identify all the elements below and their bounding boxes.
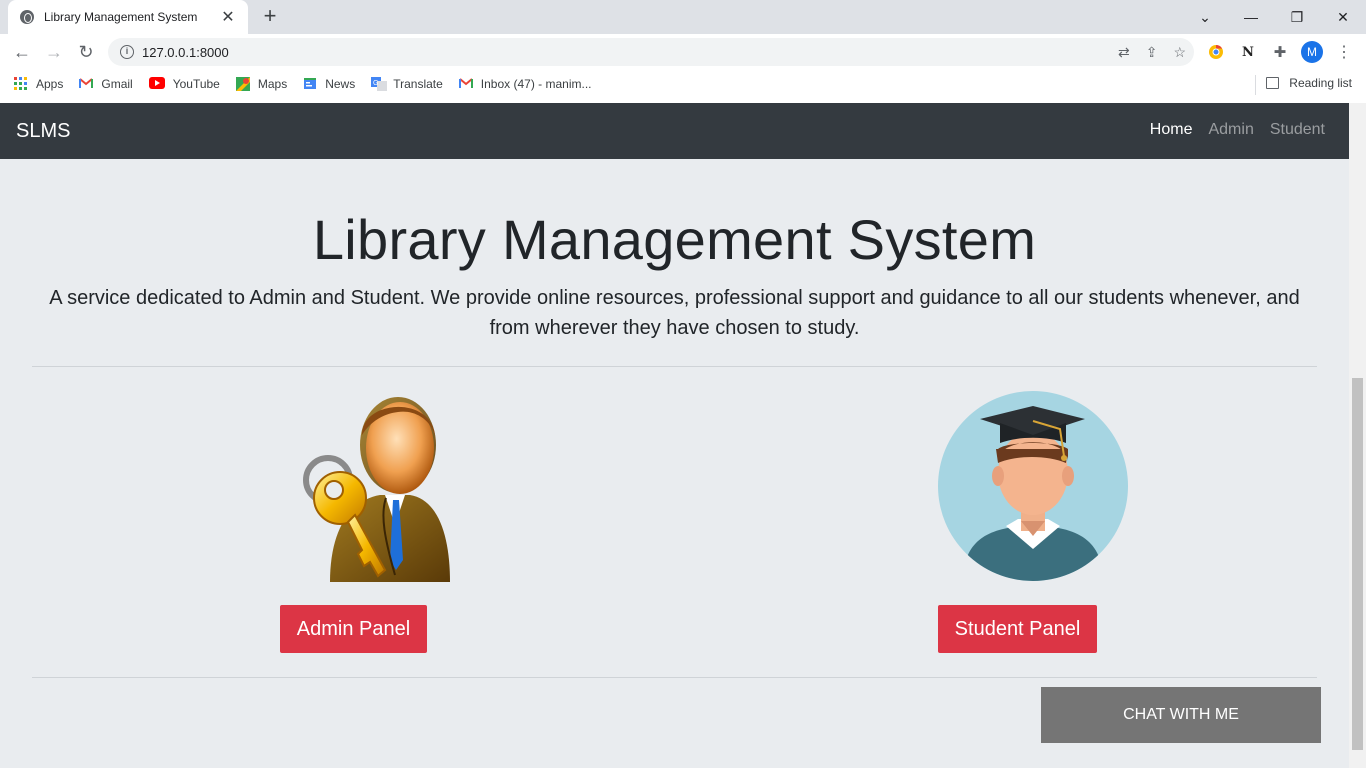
translate-icon: G xyxy=(371,77,388,91)
reload-icon[interactable]: ↻ xyxy=(74,40,98,64)
new-tab-button[interactable]: + xyxy=(258,5,282,29)
tab-search-icon[interactable]: ⌄ xyxy=(1182,0,1228,34)
maps-icon xyxy=(235,77,250,91)
browser-chrome: Library Management System ✕ + ⌄ — ❐ ✕ ← … xyxy=(0,0,1366,103)
close-tab-icon[interactable]: ✕ xyxy=(220,7,236,27)
page-scrollbar[interactable] xyxy=(1349,103,1366,768)
lead-line: from wherever they have chosen to study. xyxy=(489,317,860,339)
bookmark-label: Apps xyxy=(36,77,64,91)
divider xyxy=(32,366,1317,367)
forward-icon[interactable]: → xyxy=(42,40,66,64)
lead-text: A service dedicated to Admin and Student… xyxy=(40,283,1309,343)
puzzle-icon[interactable]: ✚ xyxy=(1270,42,1290,62)
bookmark-label: News xyxy=(325,77,356,91)
back-icon[interactable]: ← xyxy=(10,40,34,64)
bookmark-star-icon[interactable]: ☆ xyxy=(1173,44,1186,61)
restore-button[interactable]: ❐ xyxy=(1274,0,1320,34)
nav-admin-link[interactable]: Admin xyxy=(1208,121,1253,139)
share-icon[interactable]: ⇪ xyxy=(1146,44,1158,61)
bookmark-inbox[interactable]: Inbox (47) - manim... xyxy=(458,77,592,91)
bookmark-youtube[interactable]: YouTube xyxy=(148,77,220,91)
svg-text:G: G xyxy=(373,80,378,87)
divider xyxy=(1255,75,1256,95)
gmail-icon xyxy=(458,77,473,91)
reading-list-button[interactable]: Reading list xyxy=(1266,76,1352,90)
brand-link[interactable]: SLMS xyxy=(16,120,70,143)
bookmark-maps[interactable]: Maps xyxy=(235,77,288,91)
site-navbar: SLMS Home Admin Student xyxy=(0,103,1349,159)
bookmark-gmail[interactable]: Gmail xyxy=(79,77,133,91)
scrollbar-thumb[interactable] xyxy=(1352,378,1363,750)
bookmark-label: YouTube xyxy=(172,77,220,91)
lead-line: A service dedicated to Admin and Student… xyxy=(49,287,1300,309)
browser-tab[interactable]: Library Management System ✕ xyxy=(8,0,248,34)
window-controls: ⌄ — ❐ ✕ xyxy=(1182,0,1366,34)
admin-key-icon xyxy=(300,390,450,582)
chrome-extension-icon[interactable] xyxy=(1206,42,1226,62)
apps-grid-icon xyxy=(14,77,28,91)
bookmark-news[interactable]: News xyxy=(303,77,355,91)
gmail-icon xyxy=(79,77,94,91)
youtube-icon xyxy=(148,77,165,91)
bookmark-label: Gmail xyxy=(101,77,133,91)
tab-strip: Library Management System ✕ + ⌄ — ❐ ✕ xyxy=(0,0,1366,34)
omnibox-actions: ⇄ ⇪ ☆ xyxy=(1118,44,1186,61)
notion-extension-icon[interactable]: N xyxy=(1238,42,1258,62)
divider xyxy=(32,677,1317,678)
url-text: 127.0.0.1:8000 xyxy=(142,44,229,60)
reading-list-icon xyxy=(1266,77,1280,89)
bookmark-apps[interactable]: Apps xyxy=(14,77,63,91)
admin-panel-button[interactable]: Admin Panel xyxy=(280,605,427,653)
address-bar-row: ← → ↻ i 127.0.0.1:8000 ⇄ ⇪ ☆ N ✚ ⋮ xyxy=(0,34,1366,70)
page-title: Library Management System xyxy=(312,208,1037,271)
url-field[interactable]: i 127.0.0.1:8000 xyxy=(108,38,1194,66)
globe-icon xyxy=(20,10,34,24)
bookmarks-bar: Apps Gmail YouTube Maps News G Translate… xyxy=(0,70,1366,98)
student-avatar-icon xyxy=(938,391,1128,581)
close-window-button[interactable]: ✕ xyxy=(1320,0,1366,34)
bookmark-label: Maps xyxy=(257,77,288,91)
tab-title: Library Management System xyxy=(44,10,198,24)
translate-page-icon[interactable]: ⇄ xyxy=(1118,44,1130,61)
page-content: SLMS Home Admin Student Library Manageme… xyxy=(0,103,1349,768)
bookmark-translate[interactable]: G Translate xyxy=(371,77,443,91)
nav-links: Home Admin Student xyxy=(1150,121,1325,139)
profile-avatar[interactable]: M xyxy=(1301,41,1323,63)
reading-list-label: Reading list xyxy=(1289,76,1352,90)
chat-with-me-button[interactable]: CHAT WITH ME xyxy=(1041,687,1321,743)
nav-home-link[interactable]: Home xyxy=(1150,121,1193,139)
minimize-button[interactable]: — xyxy=(1228,0,1274,34)
bookmark-label: Inbox (47) - manim... xyxy=(480,77,592,91)
student-panel-button[interactable]: Student Panel xyxy=(938,605,1097,653)
menu-icon[interactable]: ⋮ xyxy=(1334,42,1354,62)
nav-student-link[interactable]: Student xyxy=(1270,121,1325,139)
site-info-icon[interactable]: i xyxy=(120,45,134,59)
news-icon xyxy=(303,77,317,91)
bookmark-label: Translate xyxy=(393,77,443,91)
